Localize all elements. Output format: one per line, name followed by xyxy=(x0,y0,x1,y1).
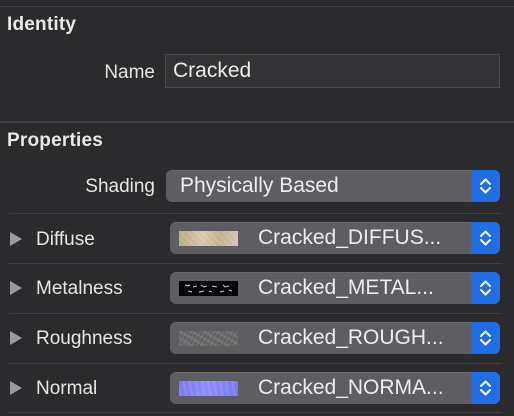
diffuse-label: Diffuse xyxy=(36,229,95,250)
diffuse-texture-name: Cracked_DIFFUS... xyxy=(258,226,442,249)
updown-chevron-icon xyxy=(480,330,491,346)
row-separator xyxy=(9,412,502,413)
normal-texture-thumbnail xyxy=(179,381,238,396)
property-row-roughness: Roughness Cracked_ROUGH... xyxy=(0,314,514,364)
property-row-diffuse: Diffuse Cracked_DIFFUS... xyxy=(0,214,514,264)
roughness-stepper[interactable] xyxy=(471,322,500,354)
shading-popup[interactable]: Physically Based xyxy=(166,170,500,202)
property-row-normal: Normal Cracked_NORMA... xyxy=(0,364,514,414)
diffuse-stepper[interactable] xyxy=(471,222,500,254)
normal-texture-name: Cracked_NORMA... xyxy=(258,376,444,399)
roughness-texture-name: Cracked_ROUGH... xyxy=(258,326,444,349)
updown-chevron-icon xyxy=(480,280,491,296)
normal-stepper[interactable] xyxy=(471,372,500,404)
shading-label: Shading xyxy=(85,176,155,197)
section-divider xyxy=(0,121,514,123)
metalness-texture-thumbnail xyxy=(179,281,238,296)
shading-stepper[interactable] xyxy=(471,170,500,202)
roughness-texture-thumbnail xyxy=(179,331,238,346)
updown-chevron-icon xyxy=(480,380,491,396)
normal-label: Normal xyxy=(36,378,98,399)
metalness-texture-name: Cracked_METAL... xyxy=(258,276,434,299)
disclosure-triangle-icon[interactable] xyxy=(10,381,22,395)
disclosure-triangle-icon[interactable] xyxy=(10,331,22,345)
name-label: Name xyxy=(104,62,155,83)
properties-section-title: Properties xyxy=(7,130,103,151)
updown-chevron-icon xyxy=(480,230,491,246)
updown-chevron-icon xyxy=(480,178,491,194)
roughness-label: Roughness xyxy=(36,328,133,349)
disclosure-triangle-icon[interactable] xyxy=(10,281,22,295)
property-row-metalness: Metalness Cracked_METAL... xyxy=(0,264,514,314)
diffuse-texture-popup[interactable]: Cracked_DIFFUS... xyxy=(170,222,500,254)
roughness-texture-popup[interactable]: Cracked_ROUGH... xyxy=(170,322,500,354)
top-divider xyxy=(0,6,514,7)
metalness-texture-popup[interactable]: Cracked_METAL... xyxy=(170,272,500,304)
diffuse-texture-thumbnail xyxy=(179,231,238,246)
name-field[interactable]: Cracked xyxy=(165,54,500,88)
shading-value: Physically Based xyxy=(180,174,339,197)
metalness-stepper[interactable] xyxy=(471,272,500,304)
disclosure-triangle-icon[interactable] xyxy=(10,232,22,246)
normal-texture-popup[interactable]: Cracked_NORMA... xyxy=(170,372,500,404)
identity-section-title: Identity xyxy=(7,14,77,35)
metalness-label: Metalness xyxy=(36,278,123,299)
